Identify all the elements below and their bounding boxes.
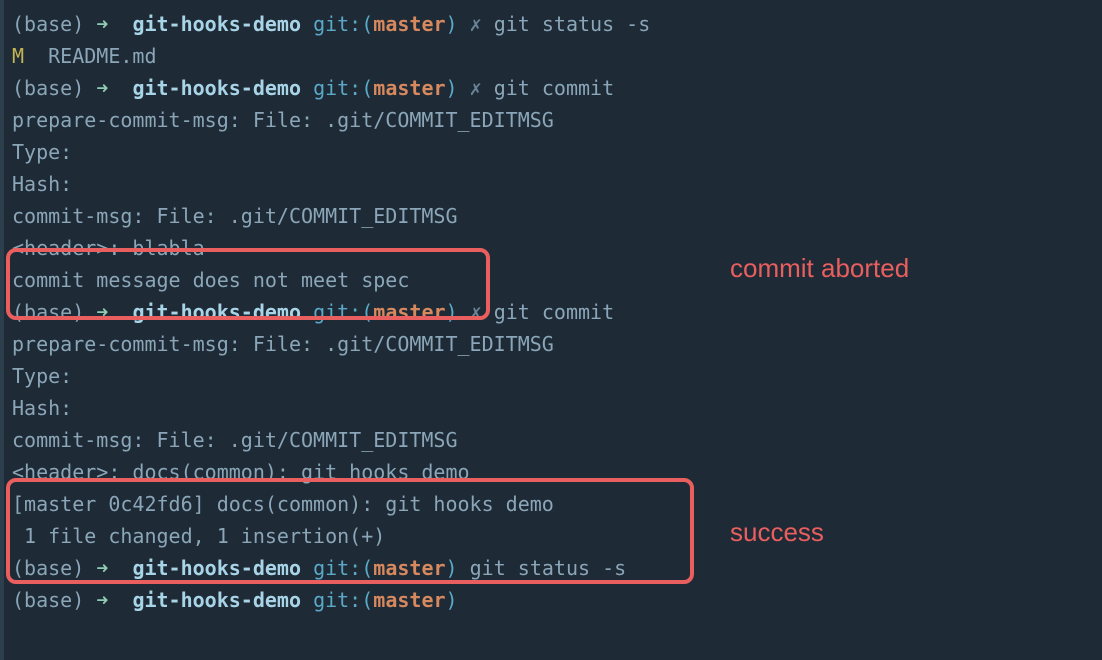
terminal-line: M README.md (12, 40, 1090, 72)
command[interactable]: git commit (494, 300, 614, 324)
command[interactable]: git commit (494, 76, 614, 100)
env-label: (base) (12, 76, 84, 100)
cwd: git-hooks-demo (132, 588, 301, 612)
terminal-output: commit-msg: File: .git/COMMIT_EDITMSG (12, 424, 1090, 456)
terminal-line: (base) ➜ git-hooks-demo git:(master) ✗ g… (12, 296, 1090, 328)
git-prefix: git:( (313, 12, 373, 36)
git-branch: master (373, 300, 445, 324)
left-border (0, 0, 4, 660)
dirty-marker: ✗ (470, 12, 482, 36)
git-suffix: ) (446, 12, 458, 36)
git-suffix: ) (446, 556, 458, 580)
git-suffix: ) (446, 588, 458, 612)
command[interactable]: git status -s (470, 556, 627, 580)
prompt-arrow: ➜ (96, 300, 108, 324)
terminal-output: Hash: (12, 168, 1090, 200)
dirty-marker: ✗ (470, 76, 482, 100)
git-branch: master (373, 588, 445, 612)
status-file: README.md (24, 44, 156, 68)
terminal-output: commit-msg: File: .git/COMMIT_EDITMSG (12, 200, 1090, 232)
terminal-output: Hash: (12, 392, 1090, 424)
cwd: git-hooks-demo (132, 300, 301, 324)
prompt-arrow: ➜ (96, 76, 108, 100)
cwd: git-hooks-demo (132, 76, 301, 100)
env-label: (base) (12, 556, 84, 580)
env-label: (base) (12, 588, 84, 612)
git-suffix: ) (446, 76, 458, 100)
terminal-output-good: <header>: docs(common): git hooks demo (12, 456, 1090, 488)
prompt-arrow: ➜ (96, 556, 108, 580)
cwd: git-hooks-demo (132, 556, 301, 580)
terminal-output: Type: (12, 360, 1090, 392)
cwd: git-hooks-demo (132, 12, 301, 36)
terminal-output-good: 1 file changed, 1 insertion(+) (12, 520, 1090, 552)
prompt-arrow: ➜ (96, 588, 108, 612)
terminal-line: (base) ➜ git-hooks-demo git:(master) git… (12, 552, 1090, 584)
terminal-output-good: [master 0c42fd6] docs(common): git hooks… (12, 488, 1090, 520)
git-branch: master (373, 556, 445, 580)
annotation-success: success (730, 512, 824, 554)
command[interactable]: git status -s (494, 12, 651, 36)
git-prefix: git:( (313, 556, 373, 580)
terminal-line: (base) ➜ git-hooks-demo git:(master) (12, 584, 1090, 616)
env-label: (base) (12, 12, 84, 36)
env-label: (base) (12, 300, 84, 324)
git-prefix: git:( (313, 588, 373, 612)
git-branch: master (373, 12, 445, 36)
git-prefix: git:( (313, 76, 373, 100)
annotation-aborted: commit aborted (730, 248, 909, 290)
terminal-output-bad: <header>: blabla (12, 232, 1090, 264)
status-flag: M (12, 44, 24, 68)
terminal-line: (base) ➜ git-hooks-demo git:(master) ✗ g… (12, 8, 1090, 40)
terminal-output: Type: (12, 136, 1090, 168)
git-suffix: ) (446, 300, 458, 324)
dirty-marker: ✗ (470, 300, 482, 324)
git-branch: master (373, 76, 445, 100)
terminal-line: (base) ➜ git-hooks-demo git:(master) ✗ g… (12, 72, 1090, 104)
terminal-output: prepare-commit-msg: File: .git/COMMIT_ED… (12, 328, 1090, 360)
prompt-arrow: ➜ (96, 12, 108, 36)
terminal-output-bad: commit message does not meet spec (12, 264, 1090, 296)
terminal-output: prepare-commit-msg: File: .git/COMMIT_ED… (12, 104, 1090, 136)
git-prefix: git:( (313, 300, 373, 324)
